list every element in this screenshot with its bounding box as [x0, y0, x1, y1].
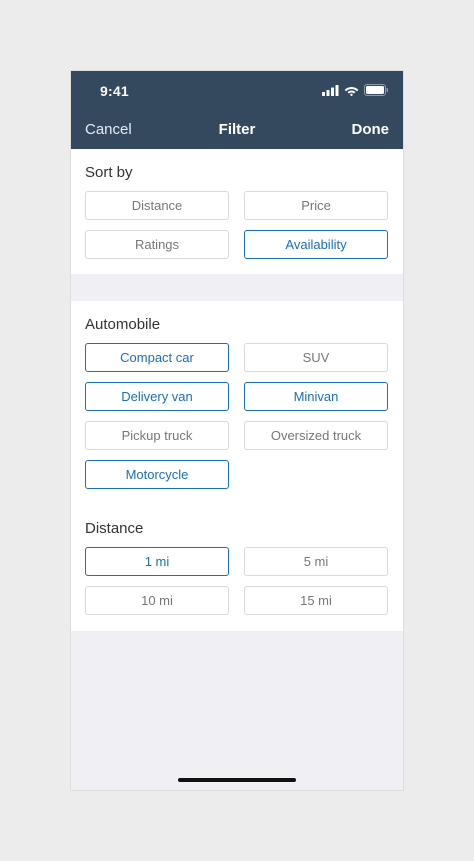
- battery-icon: [364, 84, 388, 96]
- automobile-option-minivan[interactable]: Minivan: [244, 382, 388, 411]
- automobile-option-pickup-truck[interactable]: Pickup truck: [85, 421, 229, 450]
- automobile-option-compact-car[interactable]: Compact car: [85, 343, 229, 372]
- sort-option-price[interactable]: Price: [244, 191, 388, 220]
- distance-option-5-mi[interactable]: 5 mi: [244, 547, 388, 576]
- filter-section: Automobile Compact car SUV Delivery van …: [71, 301, 403, 631]
- sort-option-distance[interactable]: Distance: [85, 191, 229, 220]
- automobile-heading: Automobile: [85, 316, 161, 333]
- sort-option-availability[interactable]: Availability: [244, 230, 388, 259]
- automobile-option-suv[interactable]: SUV: [244, 343, 388, 372]
- cancel-button[interactable]: Cancel: [85, 121, 132, 138]
- distance-heading: Distance: [85, 520, 144, 537]
- status-time: 9:41: [100, 83, 129, 99]
- done-button[interactable]: Done: [352, 121, 390, 138]
- cellular-signal-icon: [322, 84, 339, 96]
- distance-option-1-mi[interactable]: 1 mi: [85, 547, 229, 576]
- distance-option-15-mi[interactable]: 15 mi: [244, 586, 388, 615]
- automobile-option-delivery-van[interactable]: Delivery van: [85, 382, 229, 411]
- sort-option-ratings[interactable]: Ratings: [85, 230, 229, 259]
- distance-option-10-mi[interactable]: 10 mi: [85, 586, 229, 615]
- sort-by-section: Sort by Distance Price Ratings Availabil…: [71, 149, 403, 274]
- home-indicator[interactable]: [178, 778, 296, 782]
- status-icons: [322, 84, 389, 96]
- sort-by-heading: Sort by: [85, 164, 133, 181]
- navigation-header: 9:41 Cancel Filter Done: [71, 71, 403, 149]
- automobile-option-oversized-truck[interactable]: Oversized truck: [244, 421, 388, 450]
- phone-screen: 9:41 Cancel Filter Done Sort by Distance…: [70, 70, 404, 791]
- automobile-option-motorcycle[interactable]: Motorcycle: [85, 460, 229, 489]
- wifi-icon: [344, 86, 359, 96]
